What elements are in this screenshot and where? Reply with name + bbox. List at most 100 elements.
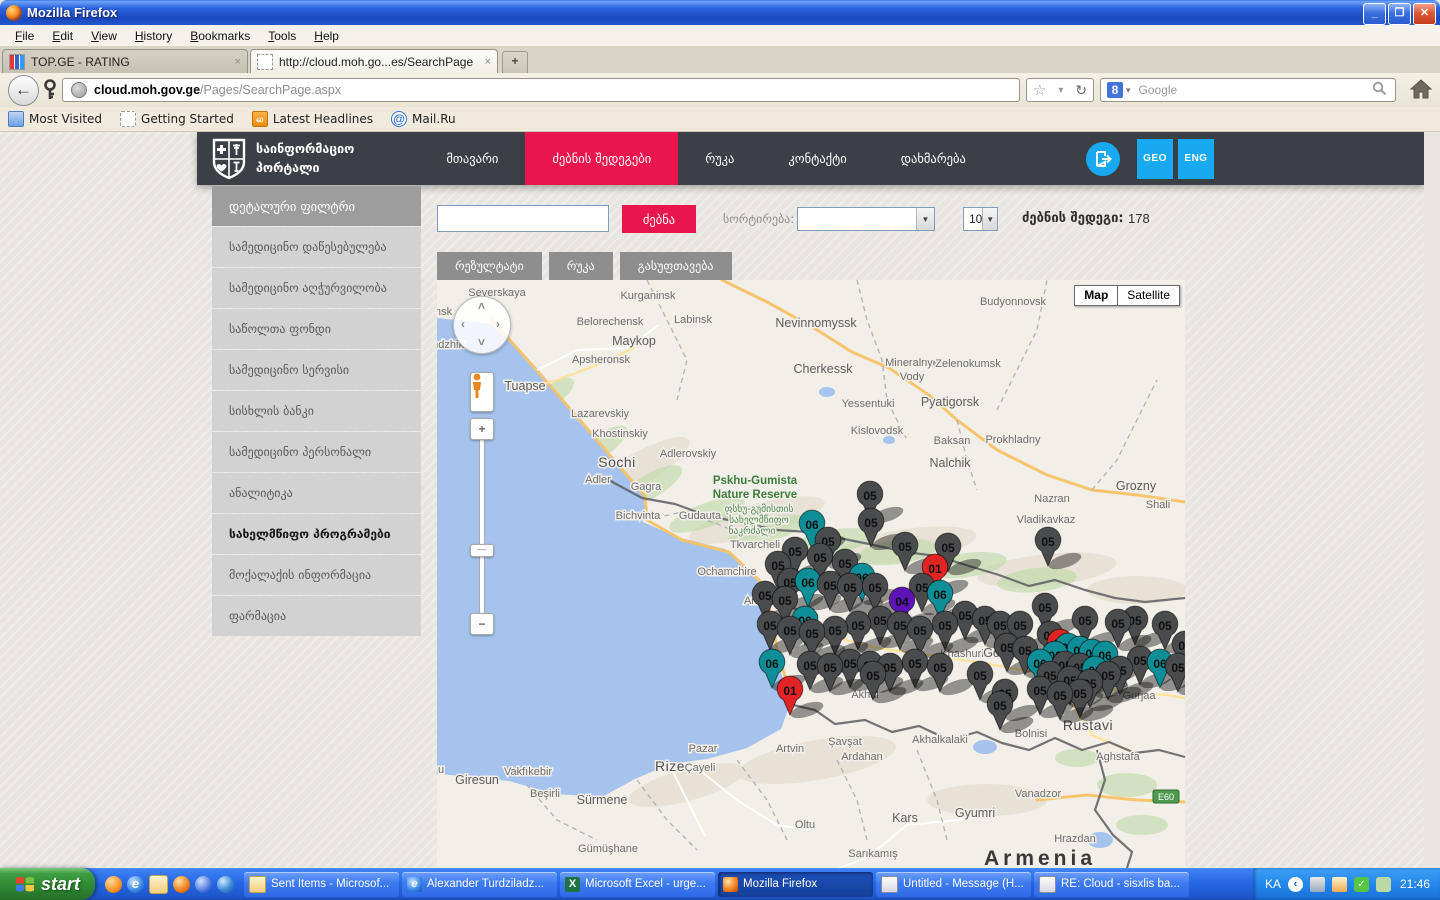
taskbar-task[interactable]: eAlexander Turdziladz...	[402, 872, 557, 897]
tab-close-icon[interactable]: ×	[477, 56, 491, 68]
action-button[interactable]: რუკა	[549, 252, 613, 280]
site-identity-globe-icon[interactable]	[71, 82, 87, 98]
outlook-reminder-icon[interactable]	[1332, 877, 1347, 892]
site-nav-item[interactable]: კონტაქტი	[761, 132, 873, 185]
pan-control[interactable]: ˄ ˅ ‹ ›	[453, 296, 511, 354]
bookmark-at[interactable]: @Mail.Ru	[391, 111, 456, 127]
site-nav-item[interactable]: მთავარი	[419, 132, 525, 185]
zoom-slider-handle[interactable]: —	[470, 544, 494, 557]
sidebar-item[interactable]: სამედიცინო აღჭურვილობა	[212, 268, 421, 308]
site-nav-item[interactable]: დახმარება	[874, 132, 993, 185]
sidebar-item[interactable]: სამედიცინო პერსონალი	[212, 432, 421, 472]
menu-view[interactable]: View	[82, 27, 126, 45]
map-label: Vanadzor	[1015, 788, 1062, 800]
site-nav-item[interactable]: რუკა	[678, 132, 761, 185]
search-engine-dropdown-icon[interactable]: ▾	[1126, 85, 1131, 96]
query-input[interactable]	[437, 205, 609, 232]
page-size-value: 10	[964, 212, 982, 226]
search-bar[interactable]: 8 ▾ Google	[1100, 78, 1396, 102]
page-size-dropdown-icon[interactable]: ▼	[982, 208, 997, 230]
language-indicator[interactable]: KA	[1265, 877, 1281, 891]
results-label: ძებნის შედეგი:	[1022, 211, 1124, 226]
map-type-satellite[interactable]: Satellite	[1118, 285, 1180, 306]
home-icon[interactable]	[1410, 79, 1432, 102]
sidebar-item[interactable]: დეტალური ფილტრი	[212, 186, 421, 226]
new-tab-button[interactable]: +	[502, 51, 528, 74]
street-view-pegman[interactable]	[470, 372, 494, 412]
messenger-icon[interactable]	[195, 876, 212, 893]
menu-file[interactable]: File	[6, 27, 43, 45]
pan-up-icon[interactable]: ˄	[478, 299, 485, 313]
orange-ball-icon[interactable]	[105, 876, 122, 893]
tab-searchpage[interactable]: http://cloud.moh.go...es/SearchPage.aspx…	[250, 49, 498, 73]
minimize-button[interactable]: _	[1363, 3, 1386, 25]
pan-down-icon[interactable]: ˅	[478, 335, 485, 349]
bookmark-mostvisited[interactable]: Most Visited	[8, 111, 102, 127]
back-button[interactable]: ←	[8, 75, 39, 106]
map-type-map[interactable]: Map	[1074, 285, 1118, 306]
menu-help[interactable]: Help	[305, 27, 348, 45]
sidebar-item[interactable]: მოქალაქის ინფორმაცია	[212, 555, 421, 595]
zoom-in-button[interactable]: +	[470, 418, 494, 440]
tab-close-icon[interactable]: ×	[227, 56, 241, 68]
action-button[interactable]: რეზულტატი	[437, 252, 542, 280]
taskbar-task[interactable]: XMicrosoft Excel - urge...	[560, 872, 715, 897]
bookmark-rss[interactable]: லLatest Headlines	[252, 111, 373, 127]
menu-bookmarks[interactable]: Bookmarks	[181, 27, 259, 45]
page-size-select[interactable]: 10 ▼	[963, 207, 998, 231]
sidebar-item[interactable]: სახელმწიფო პროგრამები	[212, 514, 421, 554]
ie-icon[interactable]: e	[127, 876, 144, 893]
results-count: 178	[1128, 211, 1150, 226]
map-label: Çayeli	[685, 762, 716, 774]
restore-button[interactable]: ❐	[1388, 3, 1411, 25]
messenger-person-icon[interactable]	[1376, 877, 1391, 892]
zoom-out-button[interactable]: −	[470, 613, 494, 635]
url-bar[interactable]: cloud.moh.gov.ge /Pages/SearchPage.aspx	[62, 78, 1020, 102]
menu-tools[interactable]: Tools	[259, 27, 305, 45]
hide-icons-icon[interactable]: ‹	[1288, 877, 1303, 892]
site-nav-item[interactable]: ძებნის შედეგები	[525, 132, 678, 185]
firefox-icon[interactable]	[173, 876, 190, 893]
action-button[interactable]: გასუფთავება	[620, 252, 732, 280]
pan-right-icon[interactable]: ›	[496, 317, 500, 331]
site-logo[interactable]: საინფორმაციო პორტალი	[212, 138, 354, 180]
close-button[interactable]: ✕	[1413, 3, 1436, 25]
sidebar-item[interactable]: ფარმაცია	[212, 596, 421, 636]
menu-history[interactable]: History	[126, 27, 181, 45]
taskbar-task[interactable]: Sent Items - Microsof...	[244, 872, 399, 897]
lang-button-geo[interactable]: GEO	[1137, 139, 1173, 179]
logout-button[interactable]	[1086, 142, 1120, 176]
pan-left-icon[interactable]: ‹	[461, 317, 465, 331]
menu-edit[interactable]: Edit	[43, 27, 82, 45]
outlook-icon[interactable]	[149, 875, 168, 894]
reload-icon[interactable]: ↻	[1075, 82, 1087, 99]
lang-button-eng[interactable]: ENG	[1178, 139, 1214, 179]
taskbar-task[interactable]: Mozilla Firefox	[718, 872, 873, 897]
tab-topge[interactable]: TOP.GE - RATING ×	[2, 49, 248, 73]
bookmark-dashed[interactable]: Getting Started	[120, 111, 234, 127]
sidebar-item[interactable]: სამედიცინო სერვისი	[212, 350, 421, 390]
map-canvas[interactable]: E60 SeverskayaKurganinskBudyonnovskBelor…	[437, 280, 1185, 868]
magnifier-icon[interactable]	[1372, 81, 1387, 99]
volume-icon[interactable]	[1310, 877, 1325, 892]
svg-text:05: 05	[908, 657, 922, 671]
media-player-icon[interactable]	[217, 876, 234, 893]
url-dropdown-icon[interactable]: ▾	[1058, 85, 1063, 96]
search-button[interactable]: ძებნა	[622, 205, 696, 233]
skype-online-icon[interactable]: ✓	[1354, 877, 1369, 892]
bookmark-star-icon[interactable]: ☆	[1033, 81, 1046, 99]
sidebar-item[interactable]: საწოლთა ფონდი	[212, 309, 421, 349]
taskbar-task[interactable]: RE: Cloud - sisxlis ba...	[1034, 872, 1189, 897]
map-label: Grozny	[1116, 479, 1157, 493]
zoom-slider-track[interactable]	[479, 438, 485, 615]
bookmark-label: Getting Started	[141, 112, 234, 126]
svg-text:05: 05	[1158, 619, 1172, 633]
start-button[interactable]: start	[0, 868, 95, 900]
sidebar-item[interactable]: სისხლის ბანკი	[212, 391, 421, 431]
taskbar-task[interactable]: Untitled - Message (H...	[876, 872, 1031, 897]
sidebar-item[interactable]: სამედიცინო დაწესებულება	[212, 227, 421, 267]
sort-select[interactable]: ▼	[797, 207, 935, 231]
google-icon[interactable]: 8	[1107, 82, 1123, 98]
sidebar-item[interactable]: ანალიტიკა	[212, 473, 421, 513]
sort-dropdown-icon[interactable]: ▼	[916, 208, 934, 230]
